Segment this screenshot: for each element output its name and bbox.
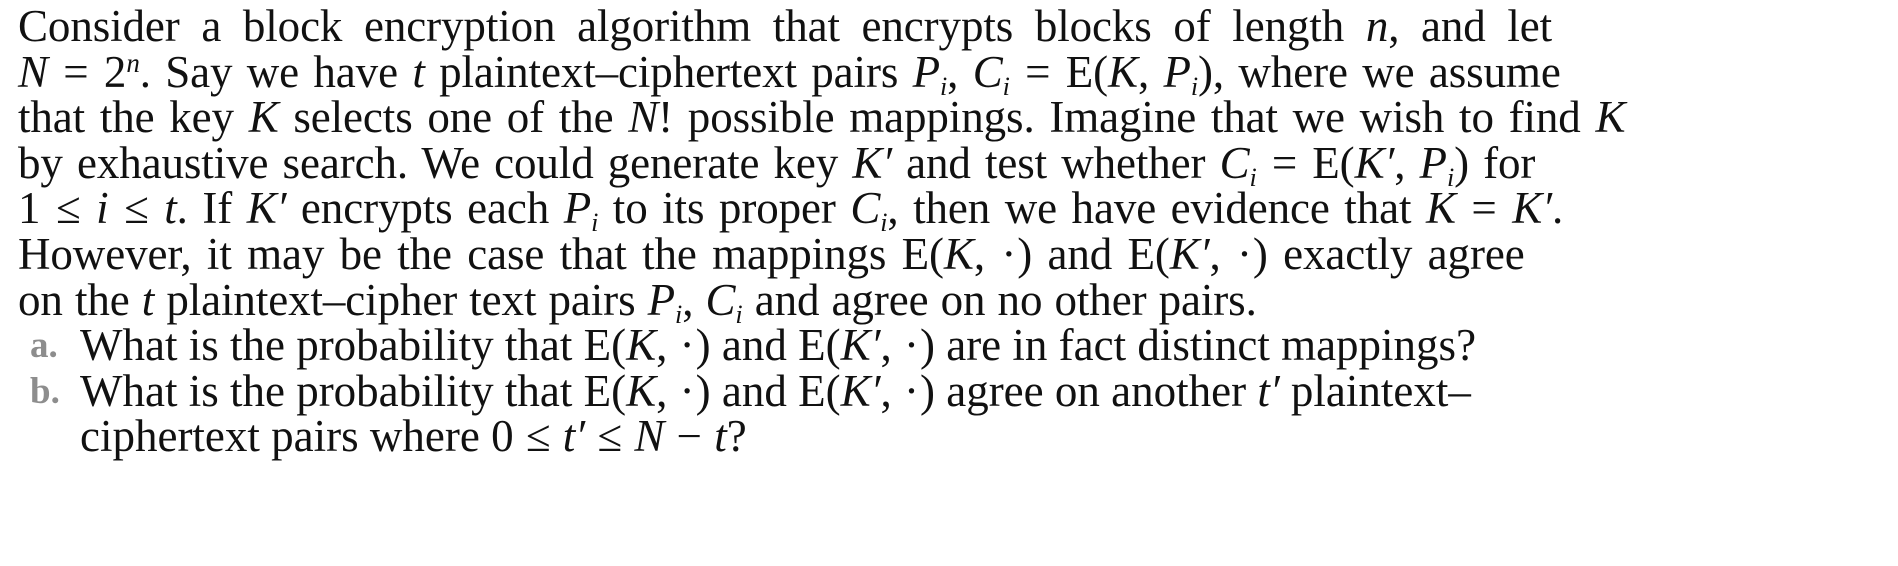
math-var-K-prime: K xyxy=(840,320,871,371)
math-var-K-prime: K xyxy=(1354,137,1385,188)
exponent-n: n xyxy=(126,47,140,78)
math-var-i: i xyxy=(96,183,109,234)
math-var-n: n xyxy=(1365,1,1389,51)
math-var-N: N xyxy=(634,411,665,462)
paragraph-line-2: N = 2n. Say we have t plaintext–cipherte… xyxy=(18,46,1561,101)
math-var-t: t xyxy=(164,183,177,234)
math-var-t-prime: t xyxy=(1257,365,1270,416)
math-func-E: E xyxy=(798,365,826,416)
math-func-E: E xyxy=(1127,228,1155,279)
paragraph-line-6: However, it may be the case that the map… xyxy=(18,228,1525,279)
math-var-P: P xyxy=(912,46,941,97)
math-var-K-prime: K xyxy=(852,137,883,188)
center-dot: · xyxy=(679,365,695,416)
question-item-a: a. What is the probability that E(K, ·) … xyxy=(18,320,1874,371)
math-func-E: E xyxy=(901,228,930,279)
prime-mark: ′ xyxy=(870,365,881,416)
minus-sign: − xyxy=(676,411,702,462)
list-marker-a: a. xyxy=(30,325,58,367)
prime-mark: ′ xyxy=(1542,183,1552,234)
math-var-C: C xyxy=(1219,137,1250,188)
math-func-E: E xyxy=(1065,46,1094,97)
math-var-K-prime: K xyxy=(1512,183,1543,234)
math-var-K: K xyxy=(1108,46,1138,97)
math-func-E: E xyxy=(798,320,826,371)
math-var-K: K xyxy=(943,228,974,279)
math-var-K: K xyxy=(1425,183,1456,234)
math-var-N: N xyxy=(18,46,48,97)
equals-sign: = xyxy=(1025,46,1051,97)
math-var-K: K xyxy=(626,320,657,371)
math-var-N: N xyxy=(628,92,659,143)
math-var-t: t xyxy=(714,411,727,462)
leq-sign: ≤ xyxy=(597,411,623,462)
paragraph-line-4: by exhaustive search. We could generate … xyxy=(18,137,1536,192)
prime-mark: ′ xyxy=(1199,228,1210,279)
center-dot: · xyxy=(903,365,919,416)
question-b-text: What is the probability that E(K, ·) and… xyxy=(80,365,1874,462)
leq-sign: ≤ xyxy=(55,183,81,234)
prime-mark: ′ xyxy=(276,183,287,234)
equals-sign: = xyxy=(1471,183,1497,234)
math-var-C: C xyxy=(972,46,1003,97)
math-var-t: t xyxy=(141,274,155,325)
math-var-K-prime: K xyxy=(246,183,277,234)
center-dot: · xyxy=(1001,228,1017,279)
leq-sign: ≤ xyxy=(525,411,551,462)
math-var-t: t xyxy=(412,46,425,97)
equals-sign: = xyxy=(1271,137,1298,188)
center-dot: · xyxy=(903,320,919,371)
math-var-K: K xyxy=(626,365,657,416)
question-a-line-1: What is the probability that E(K, ·) and… xyxy=(80,320,1477,371)
math-var-K-prime: K xyxy=(840,365,871,416)
paragraph-line-5: 1 ≤ i ≤ t. If K′ encrypts each Pi to its… xyxy=(18,183,1564,238)
prime-mark: ′ xyxy=(870,320,881,371)
center-dot: · xyxy=(1236,228,1252,279)
paragraph-line-1: Consider a block encryption algorithm th… xyxy=(18,1,1553,51)
exercise-paragraph: Consider a block encryption algorithm th… xyxy=(18,1,1874,329)
math-var-K: K xyxy=(1595,92,1626,143)
math-func-E: E xyxy=(583,320,612,371)
question-item-b: b. What is the probability that E(K, ·) … xyxy=(18,365,1874,462)
question-list: a. What is the probability that E(K, ·) … xyxy=(18,320,1874,462)
math-var-t-prime: t xyxy=(562,411,576,462)
math-func-E: E xyxy=(1312,137,1340,188)
paragraph-line-3: that the key K selects one of the N! pos… xyxy=(18,92,1626,143)
math-func-E: E xyxy=(583,365,612,416)
math-var-K: K xyxy=(248,92,279,143)
math-var-C: C xyxy=(850,183,881,234)
prime-mark: ′ xyxy=(1269,365,1280,416)
list-marker-b: b. xyxy=(30,370,60,412)
question-a-text: What is the probability that E(K, ·) and… xyxy=(80,320,1874,371)
equals-sign: = xyxy=(63,46,89,97)
prime-mark: ′ xyxy=(1384,137,1395,188)
math-var-K-prime: K xyxy=(1169,228,1200,279)
prime-mark: ′ xyxy=(882,137,892,188)
center-dot: · xyxy=(679,320,695,371)
question-b-line-2: ciphertext pairs where 0 ≤ t′ ≤ N − t? xyxy=(80,411,747,462)
math-var-P: P xyxy=(1419,137,1447,188)
question-b-line-1: What is the probability that E(K, ·) and… xyxy=(80,365,1471,416)
math-var-P: P xyxy=(563,183,592,234)
math-var-C: C xyxy=(705,274,736,325)
exercise-block: Consider a block encryption algorithm th… xyxy=(0,0,1898,566)
leq-sign: ≤ xyxy=(124,183,149,234)
math-var-P: P xyxy=(647,274,676,325)
prime-mark: ′ xyxy=(575,411,586,462)
math-var-P: P xyxy=(1163,46,1191,97)
paragraph-line-7: on the t plaintext–cipher text pairs Pi,… xyxy=(18,274,1257,329)
